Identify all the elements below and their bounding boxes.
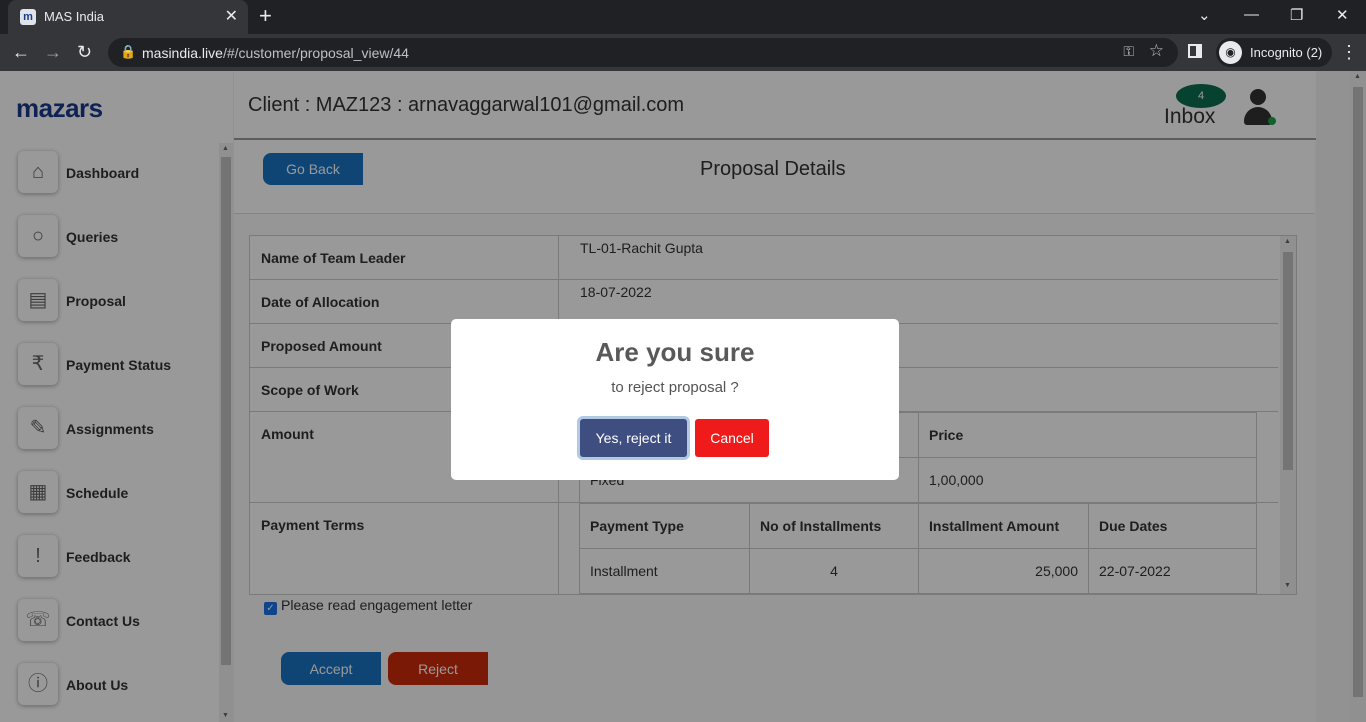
- forward-icon[interactable]: →: [44, 42, 62, 63]
- menu-kebab-icon[interactable]: ⋮: [1340, 42, 1358, 63]
- bookmark-star-icon[interactable]: ☆: [1149, 41, 1164, 61]
- address-bar: ← → ↻ 🔒 masindia.live/#/customer/proposa…: [0, 34, 1366, 71]
- lock-icon: 🔒: [120, 44, 137, 59]
- minimize-icon[interactable]: —: [1244, 6, 1259, 23]
- close-tab-icon[interactable]: ✕: [225, 6, 238, 26]
- confirm-reject-button[interactable]: Yes, reject it: [580, 419, 687, 457]
- back-icon[interactable]: ←: [12, 42, 30, 63]
- dialog-title: Are you sure: [595, 337, 755, 367]
- browser-tab[interactable]: m MAS India ✕: [8, 0, 248, 34]
- side-panel-icon[interactable]: [1188, 44, 1202, 58]
- restore-icon[interactable]: ❐: [1290, 6, 1303, 24]
- tab-title: MAS India: [44, 9, 104, 24]
- close-window-icon[interactable]: ✕: [1336, 6, 1349, 24]
- dialog-text: to reject proposal ?: [611, 379, 739, 396]
- url-host: masindia.live: [142, 45, 223, 61]
- key-icon[interactable]: ⚿: [1123, 43, 1134, 60]
- incognito-label: Incognito (2): [1250, 45, 1323, 60]
- url-field[interactable]: 🔒 masindia.live/#/customer/proposal_view…: [108, 38, 1178, 67]
- favicon-icon: m: [20, 9, 36, 25]
- url-path: /#/customer/proposal_view/44: [222, 45, 409, 61]
- browser-tab-bar: m MAS India ✕ + ⌄ — ❐ ✕: [0, 0, 1366, 34]
- tab-search-icon[interactable]: ⌄: [1198, 6, 1211, 24]
- incognito-indicator[interactable]: ◉ Incognito (2): [1216, 38, 1333, 67]
- confirm-dialog: Are you sure to reject proposal ? Yes, r…: [451, 319, 899, 480]
- incognito-icon: ◉: [1219, 41, 1242, 64]
- reload-icon[interactable]: ↻: [77, 42, 92, 63]
- new-tab-icon[interactable]: +: [259, 3, 272, 29]
- cancel-button[interactable]: Cancel: [695, 419, 769, 457]
